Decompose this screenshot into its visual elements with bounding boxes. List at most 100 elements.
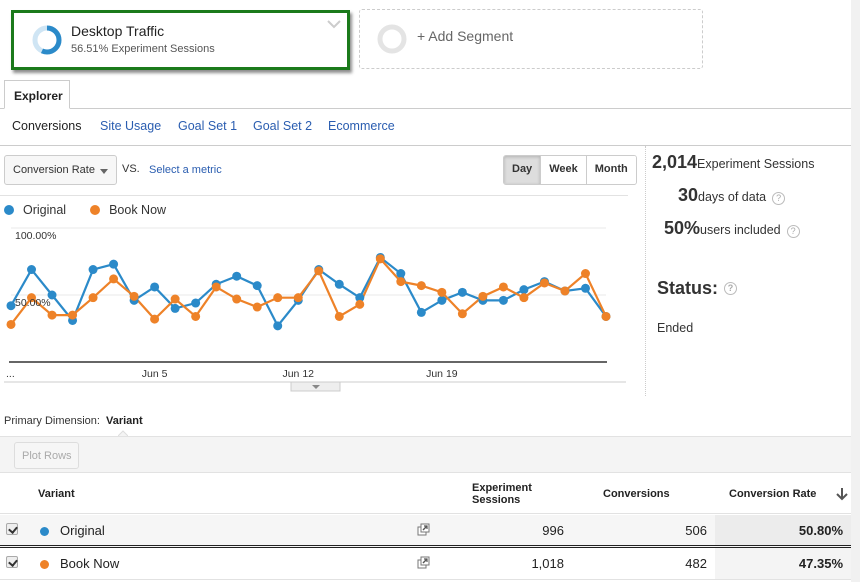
stat-days: 30 days of data ?	[678, 185, 786, 206]
segment-desktop-traffic[interactable]: Desktop Traffic 56.51% Experiment Sessio…	[11, 10, 350, 70]
data-point-original	[437, 295, 447, 305]
data-point-book-now	[416, 281, 426, 291]
data-point-original	[580, 283, 590, 293]
stat-sessions-value: 2,014	[652, 152, 698, 172]
column-header-variant[interactable]: Variant	[38, 488, 75, 500]
data-point-original	[457, 287, 467, 297]
column-header-conversion-rate[interactable]: Conversion Rate	[729, 488, 816, 500]
column-header-conversions[interactable]: Conversions	[603, 488, 670, 500]
data-point-book-now	[293, 293, 303, 303]
legend-dot-icon	[4, 205, 14, 215]
x-tick-label: Jun 12	[282, 368, 314, 380]
data-point-original	[498, 295, 508, 305]
sessions-value: 1,018	[531, 556, 564, 571]
status-label: Status:	[657, 278, 719, 298]
conversions-value: 506	[685, 523, 707, 538]
column-header-experiment-sessions[interactable]: Experiment Sessions	[472, 482, 542, 506]
data-point-book-now	[437, 287, 447, 297]
sessions-value: 996	[542, 523, 564, 538]
vs-label: VS.	[122, 163, 140, 175]
help-icon[interactable]: ?	[786, 225, 800, 238]
help-icon[interactable]: ?	[772, 192, 786, 205]
data-point-book-now	[129, 291, 139, 301]
conversions-value: 482	[685, 556, 707, 571]
conversion-rate-chart: 100.00% 50.00%... Jun 5 Jun 12 Jun 19	[4, 227, 626, 392]
data-point-book-now	[396, 277, 406, 287]
legend-label: Book Now	[109, 203, 167, 217]
data-point-original	[416, 307, 426, 317]
period-month-button[interactable]: Month	[585, 156, 636, 184]
data-point-original	[109, 259, 119, 269]
subtab-ecommerce[interactable]: Ecommerce	[328, 119, 395, 133]
open-external-icon[interactable]	[417, 556, 430, 569]
conversion-rate-value: 47.35%	[798, 556, 843, 571]
data-point-original	[150, 282, 160, 292]
data-point-original	[396, 269, 406, 279]
x-tick-label: Jun 5	[142, 368, 168, 380]
variant-name[interactable]: Book Now	[60, 556, 119, 571]
chart-legend: Original Book Now	[4, 203, 190, 217]
chevron-down-icon[interactable]	[327, 19, 341, 29]
stat-users-label: users included	[700, 223, 781, 237]
help-icon[interactable]: ?	[724, 282, 738, 295]
stat-users: 50% users included ?	[664, 218, 800, 239]
data-point-book-now	[375, 254, 385, 264]
primary-dimension: Primary Dimension: Variant	[4, 415, 143, 427]
variant-color-dot-icon	[40, 527, 49, 536]
caret-down-icon	[100, 169, 108, 174]
open-external-icon[interactable]	[417, 523, 430, 536]
plot-rows-button[interactable]: Plot Rows	[14, 442, 79, 469]
sort-descending-icon[interactable]	[836, 487, 848, 501]
segment-subtitle: 56.51% Experiment Sessions	[71, 43, 215, 55]
tab-explorer[interactable]: Explorer	[4, 80, 70, 109]
data-point-original	[252, 281, 262, 291]
stat-sessions: 2,014 Experiment Sessions	[652, 152, 814, 173]
row-checkbox[interactable]	[6, 556, 18, 568]
legend-label: Original	[23, 203, 67, 217]
stat-users-value: 50%	[664, 218, 701, 238]
add-segment-button[interactable]: + Add Segment	[359, 9, 703, 69]
data-point-book-now	[498, 282, 508, 292]
experiment-stats: 2,014 Experiment Sessions 30 days of dat…	[645, 146, 850, 396]
add-segment-label: + Add Segment	[417, 28, 514, 44]
data-point-original	[334, 279, 344, 289]
data-point-book-now	[109, 274, 119, 284]
period-week-button[interactable]: Week	[540, 156, 586, 184]
divider	[0, 195, 628, 196]
data-point-book-now	[47, 310, 57, 320]
subtab-site-usage[interactable]: Site Usage	[100, 119, 161, 133]
metric-select[interactable]: Conversion Rate	[4, 155, 117, 185]
subtab-conversions[interactable]: Conversions	[12, 119, 81, 133]
stat-days-label: days of data	[698, 190, 767, 204]
data-point-original	[191, 298, 201, 308]
segment-title: Desktop Traffic	[71, 23, 165, 39]
x-tick-label: Jun 19	[426, 368, 458, 380]
table-toolbar: Plot Rows	[0, 436, 851, 473]
page-scrollbar-gutter[interactable]	[851, 0, 860, 582]
table-header: Variant Experiment Sessions Conversions …	[0, 474, 851, 514]
data-point-original	[273, 321, 283, 331]
legend-item-book-now: Book Now	[90, 203, 166, 217]
row-checkbox[interactable]	[6, 523, 18, 535]
data-point-book-now	[273, 293, 283, 303]
x-tick-label: ...	[6, 368, 15, 380]
data-point-book-now	[170, 294, 180, 304]
empty-segment-ring-icon	[377, 24, 407, 54]
report-tabs: Explorer	[0, 80, 851, 109]
primary-dimension-value[interactable]: Variant	[106, 415, 143, 427]
subtab-goal-set-2[interactable]: Goal Set 2	[253, 119, 312, 133]
select-metric-link[interactable]: Select a metric	[149, 164, 222, 176]
conversion-rate-value: 50.80%	[798, 523, 843, 538]
data-point-book-now	[252, 302, 262, 312]
data-point-book-now	[211, 282, 221, 292]
segment-ring-icon	[32, 25, 62, 55]
stat-days-value: 30	[678, 185, 699, 205]
data-point-book-now	[457, 309, 467, 319]
data-point-original	[170, 303, 180, 313]
period-day-button[interactable]: Day	[504, 156, 541, 184]
data-point-original	[519, 285, 529, 295]
data-point-original	[27, 265, 37, 275]
subtab-goal-set-1[interactable]: Goal Set 1	[178, 119, 237, 133]
variant-name[interactable]: Original	[60, 523, 105, 538]
status-value: Ended	[657, 321, 694, 335]
